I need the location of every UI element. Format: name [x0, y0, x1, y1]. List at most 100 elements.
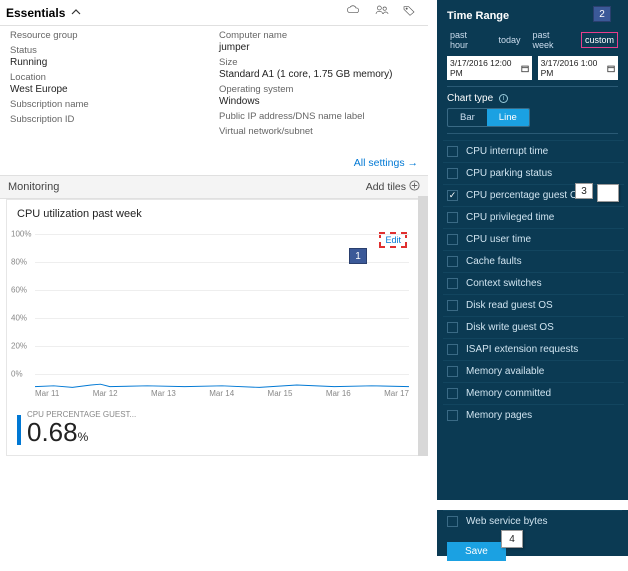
cloud-icon[interactable] — [346, 3, 362, 22]
metric-label: Memory committed — [466, 388, 551, 399]
metric-item[interactable]: Memory pages — [443, 404, 624, 426]
chevron-up-icon — [71, 6, 81, 20]
y-tick: 80% — [11, 258, 27, 267]
x-tick: Mar 12 — [93, 389, 118, 398]
metric-label: ISAPI extension requests — [466, 344, 578, 355]
metrics-list: CPU interrupt time CPU parking status CP… — [437, 140, 628, 426]
metric-item[interactable]: CPU privileged time — [443, 206, 624, 228]
metric-item[interactable]: CPU user time — [443, 228, 624, 250]
range-custom[interactable]: custom — [581, 32, 618, 48]
y-tick: 40% — [11, 314, 27, 323]
range-today[interactable]: today — [496, 33, 524, 47]
chart-type-toggle: Bar Line — [447, 108, 530, 127]
checkbox-icon[interactable] — [447, 278, 458, 289]
field-value: jumper — [219, 42, 418, 53]
range-past-week[interactable]: past week — [530, 28, 575, 52]
checkbox-icon[interactable] — [447, 410, 458, 421]
checkbox-icon[interactable] — [447, 168, 458, 179]
checkbox-icon[interactable] — [447, 300, 458, 311]
chart-type-bar[interactable]: Bar — [448, 109, 487, 126]
all-settings-link[interactable]: All settings → — [0, 151, 428, 175]
callout-4: 4 — [503, 531, 521, 547]
checkbox-icon[interactable] — [447, 234, 458, 245]
checkbox-icon[interactable] — [447, 190, 458, 201]
field-label: Public IP address/DNS name label — [219, 111, 418, 122]
field-label: Computer name — [219, 30, 418, 41]
end-date-input[interactable]: 3/17/2016 1:00 PM — [538, 56, 618, 80]
save-button[interactable]: Save — [447, 542, 506, 561]
field-label: Subscription name — [10, 99, 209, 110]
callout-2: 2 — [593, 6, 611, 22]
metric-item[interactable]: ISAPI extension requests — [443, 338, 624, 360]
start-date-input[interactable]: 3/17/2016 12:00 PM — [447, 56, 532, 80]
checkbox-icon[interactable] — [447, 256, 458, 267]
metric-label: Disk read guest OS — [466, 300, 553, 311]
checkbox-icon[interactable] — [447, 322, 458, 333]
metric-label: CPU user time — [466, 234, 531, 245]
metric-item[interactable]: CPU parking status — [443, 162, 624, 184]
plus-circle-icon — [409, 180, 420, 194]
callout-1: 1 — [349, 248, 367, 264]
field-value: West Europe — [10, 84, 209, 95]
cpu-summary-number: 0.68 — [27, 417, 78, 447]
field-label: Operating system — [219, 84, 418, 95]
metric-item[interactable]: Memory committed — [443, 382, 624, 404]
add-tiles-button[interactable]: Add tiles — [366, 180, 420, 194]
range-past-hour[interactable]: past hour — [447, 28, 490, 52]
field-label: Virtual network/subnet — [219, 126, 418, 137]
metric-item[interactable]: Web service bytes — [443, 510, 622, 532]
y-tick: 60% — [11, 286, 27, 295]
monitoring-title: Monitoring — [8, 181, 59, 193]
essentials-title: Essentials — [6, 6, 65, 20]
metric-label: Context switches — [466, 278, 542, 289]
field-label: Location — [10, 72, 209, 83]
metric-item[interactable]: Cache faults — [443, 250, 624, 272]
metric-item[interactable]: Disk write guest OS — [443, 316, 624, 338]
field-value: Standard A1 (1 core, 1.75 GB memory) — [219, 69, 418, 80]
x-tick: Mar 14 — [209, 389, 234, 398]
cpu-summary-bar-icon — [17, 415, 21, 445]
checkbox-icon[interactable] — [447, 516, 458, 527]
metric-item[interactable]: Memory available — [443, 360, 624, 382]
field-label: Status — [10, 45, 209, 56]
end-date-value: 3/17/2016 1:00 PM — [541, 58, 605, 78]
y-tick: 0% — [11, 370, 23, 379]
callout-box — [597, 184, 619, 202]
metric-label: CPU interrupt time — [466, 146, 548, 157]
checkbox-icon[interactable] — [447, 146, 458, 157]
chart-type-line[interactable]: Line — [487, 109, 529, 126]
essentials-header[interactable]: Essentials — [0, 0, 428, 26]
scrollbar[interactable] — [418, 196, 428, 456]
checkbox-icon[interactable] — [447, 212, 458, 223]
metric-label: Disk write guest OS — [466, 322, 554, 333]
field-label: Subscription ID — [10, 114, 209, 125]
y-tick: 20% — [11, 342, 27, 351]
metric-item[interactable]: Disk read guest OS — [443, 294, 624, 316]
calendar-icon — [607, 64, 615, 73]
metric-label: Memory available — [466, 366, 544, 377]
checkbox-icon[interactable] — [447, 366, 458, 377]
tag-icon[interactable] — [402, 3, 418, 22]
metric-item[interactable]: Context switches — [443, 272, 624, 294]
field-label: Resource group — [10, 30, 209, 41]
callout-3: 3 — [575, 183, 593, 199]
chart-type-label: Chart type — [447, 93, 493, 104]
calendar-icon — [521, 64, 529, 73]
monitoring-header: Monitoring Add tiles — [0, 175, 428, 199]
metric-label: CPU percentage guest OS — [466, 190, 584, 201]
edit-chart-blade: Time Range past hour today past week cus… — [437, 0, 628, 500]
people-icon[interactable] — [374, 3, 390, 22]
metric-label: Cache faults — [466, 256, 522, 267]
checkbox-icon[interactable] — [447, 388, 458, 399]
info-icon[interactable]: i — [499, 94, 508, 103]
checkbox-icon[interactable] — [447, 344, 458, 355]
cpu-summary: CPU PERCENTAGE GUEST... 0.68% — [7, 404, 419, 455]
x-axis: Mar 11 Mar 12 Mar 13 Mar 14 Mar 15 Mar 1… — [35, 389, 409, 398]
chart-data-line — [35, 376, 409, 384]
start-date-value: 3/17/2016 12:00 PM — [450, 58, 519, 78]
edit-chart-footer: Web service bytes Save — [437, 510, 628, 556]
cpu-chart-tile[interactable]: CPU utilization past week Edit 100% 80% … — [6, 199, 420, 456]
metric-item[interactable]: CPU interrupt time — [443, 140, 624, 162]
essentials-grid: Resource group Status Running Location W… — [0, 26, 428, 151]
field-value: Windows — [219, 96, 418, 107]
